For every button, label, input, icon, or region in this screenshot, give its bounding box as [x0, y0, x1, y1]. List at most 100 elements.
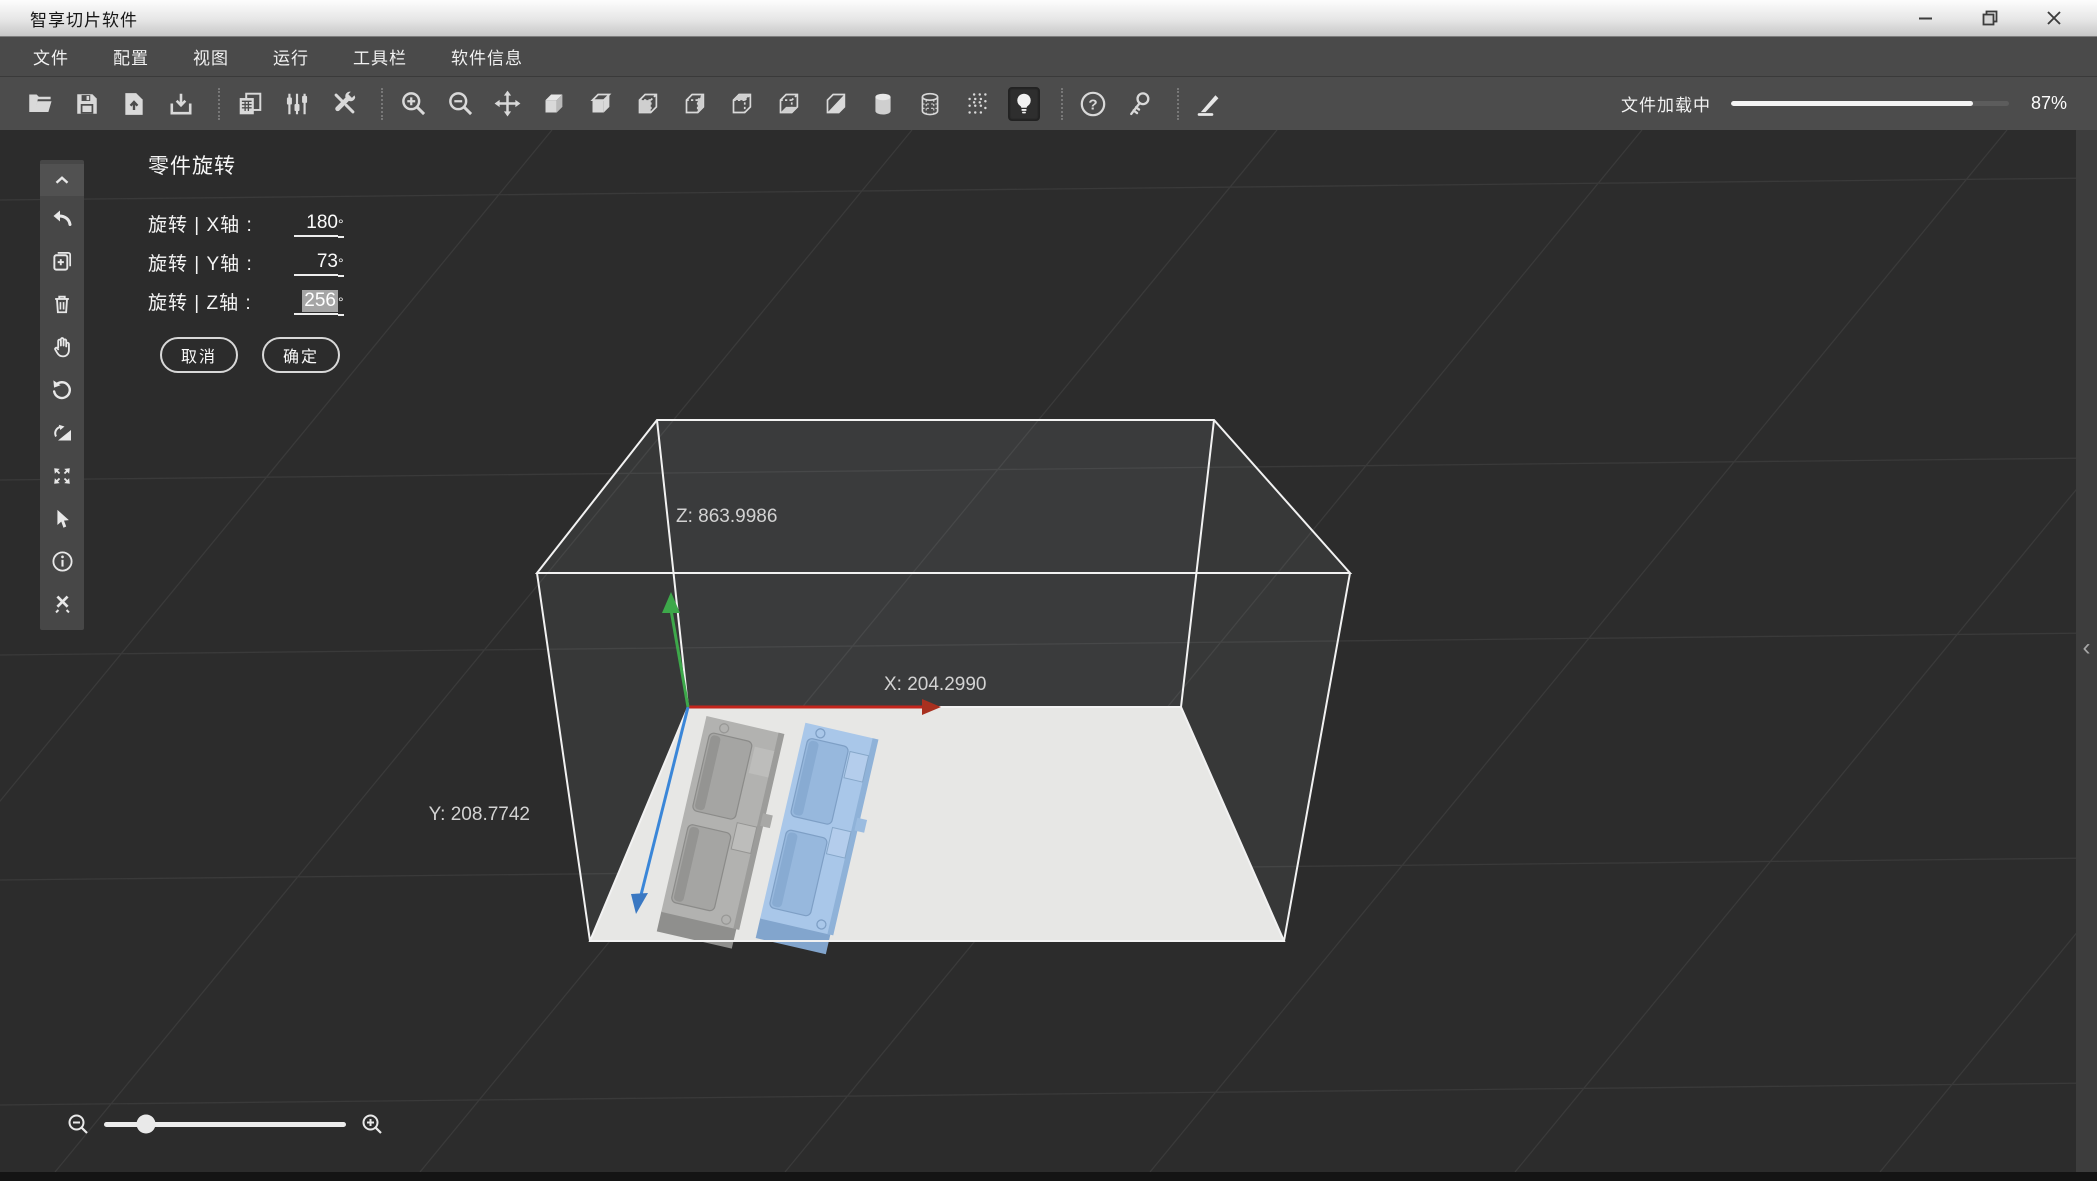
import-page-icon — [125, 92, 143, 115]
zoom-out-glass-icon[interactable] — [66, 1112, 90, 1136]
repair-tools-icon — [54, 595, 70, 614]
zoom-in-glass-icon[interactable] — [360, 1112, 384, 1136]
zoom-out-button[interactable] — [444, 87, 476, 121]
cube-solid-icon — [545, 94, 562, 113]
info-icon — [51, 551, 73, 572]
application-window: 智享切片软件 文件 配置 视图 运行 工具栏 软件信息 ? 文件加载中 87% … — [0, 0, 2097, 1181]
window-title: 智享切片软件 — [30, 10, 138, 30]
restore-button[interactable] — [1975, 5, 2005, 31]
cube-front-face-icon — [638, 93, 657, 114]
sidebar-delete-button[interactable] — [40, 282, 84, 325]
sidebar-undo-button[interactable] — [40, 196, 84, 239]
close-icon — [2047, 11, 2061, 25]
sidebar-fit-view-button[interactable] — [40, 454, 84, 497]
rotate-y-input[interactable]: 73 — [294, 251, 338, 276]
duplicate-button[interactable] — [234, 87, 266, 121]
sidebar-rotate-part-button[interactable] — [40, 411, 84, 454]
key-icon — [1130, 91, 1150, 115]
menu-toolbar[interactable]: 工具栏 — [353, 44, 407, 69]
license-key-button[interactable] — [1124, 87, 1156, 121]
wrench-screwdriver-icon — [334, 91, 355, 114]
sidebar-rotate-view-button[interactable] — [40, 368, 84, 411]
confirm-button[interactable]: 确定 — [262, 337, 340, 373]
viewport-zoom-control — [66, 1112, 384, 1136]
open-file-button[interactable] — [24, 87, 56, 121]
restore-icon — [1982, 10, 1997, 25]
export-file-button[interactable] — [165, 87, 197, 121]
view-top-face-button[interactable] — [726, 87, 758, 121]
view-front-face-button[interactable] — [632, 87, 664, 121]
sidebar-collapse-button[interactable] — [40, 164, 84, 196]
view-solid-button[interactable] — [538, 87, 570, 121]
cylinder-wireframe-button[interactable] — [914, 87, 946, 121]
toolbar-separator — [218, 87, 220, 120]
minimize-icon — [1919, 17, 1932, 20]
knife-icon — [1197, 94, 1219, 116]
import-file-button[interactable] — [118, 87, 150, 121]
rotate-z-row: 旋转 | Z轴 : 256 ° — [148, 276, 344, 316]
view-section-button[interactable] — [820, 87, 852, 121]
zoom-slider-track[interactable] — [104, 1114, 346, 1134]
cylinder-solid-button[interactable] — [867, 87, 899, 121]
sidebar-pan-button[interactable] — [40, 325, 84, 368]
close-button[interactable] — [2039, 5, 2069, 31]
menu-file[interactable]: 文件 — [33, 44, 69, 69]
rotate-z-unit: ° — [338, 294, 344, 316]
add-page-icon — [52, 251, 71, 271]
sidebar-add-copy-button[interactable] — [40, 239, 84, 282]
toolbar-separator — [1061, 87, 1063, 120]
window-bottom-edge — [0, 1172, 2097, 1181]
file-loading-indicator: 文件加载中 87% — [1621, 91, 2097, 116]
move-button[interactable] — [491, 87, 523, 121]
loading-progress-fill — [1730, 101, 1973, 106]
loading-progress-track — [1730, 101, 2009, 106]
rotate-z-input[interactable]: 256 — [294, 290, 338, 315]
menu-run[interactable]: 运行 — [273, 44, 309, 69]
zoom-slider-thumb[interactable] — [136, 1114, 156, 1134]
point-cloud-button[interactable] — [961, 87, 993, 121]
cut-button[interactable] — [1193, 87, 1225, 121]
save-file-button[interactable] — [71, 87, 103, 121]
view-shaded-button[interactable] — [585, 87, 617, 121]
toolbar: ? 文件加载中 87% — [0, 77, 2097, 130]
sidebar-repair-button[interactable] — [40, 583, 84, 626]
save-icon — [77, 93, 97, 114]
zoom-out-icon — [448, 92, 472, 116]
light-toggle-button[interactable] — [1008, 86, 1040, 121]
cylinder-solid-icon — [875, 93, 891, 115]
zoom-in-button[interactable] — [397, 87, 429, 121]
cube-top-face-icon — [732, 93, 751, 114]
help-button[interactable]: ? — [1077, 87, 1109, 121]
menu-view[interactable]: 视图 — [193, 44, 229, 69]
cube-shaded-icon — [589, 93, 611, 113]
rotate-x-row: 旋转 | X轴 : 180 ° — [148, 198, 344, 238]
axis-z-label: Z: 863.9986 — [676, 506, 777, 527]
cube-bottom-face-icon — [779, 93, 798, 114]
axis-x-label: X: 204.2990 — [884, 674, 986, 695]
part-rotate-panel: 零件旋转 旋转 | X轴 : 180 ° 旋转 | Y轴 : 73 ° 旋转 |… — [148, 150, 344, 373]
trash-icon — [55, 295, 69, 313]
right-panel-toggle[interactable]: ‹ — [2076, 130, 2097, 1172]
rotate-x-input[interactable]: 180 — [294, 212, 338, 237]
tools-button[interactable] — [328, 87, 360, 121]
sidebar-info-button[interactable] — [40, 540, 84, 583]
title-bar: 智享切片软件 — [0, 0, 2097, 37]
rotate-part-icon — [54, 424, 71, 440]
view-bottom-face-button[interactable] — [773, 87, 805, 121]
cancel-button[interactable]: 取消 — [160, 337, 238, 373]
view-right-face-button[interactable] — [679, 87, 711, 121]
move-arrows-icon — [494, 90, 520, 117]
svg-text:?: ? — [1088, 96, 1097, 113]
rotate-z-label: 旋转 | Z轴 : — [148, 293, 252, 314]
minimize-button[interactable] — [1911, 5, 1941, 31]
rotate-y-label: 旋转 | Y轴 : — [148, 254, 253, 275]
loading-label: 文件加载中 — [1620, 96, 1711, 115]
cube-right-face-icon — [685, 93, 704, 114]
help-icon: ? — [1080, 91, 1106, 116]
sidebar-select-button[interactable] — [40, 497, 84, 540]
sliders-icon — [286, 93, 308, 114]
menu-about[interactable]: 软件信息 — [451, 44, 523, 69]
menu-config[interactable]: 配置 — [113, 44, 149, 69]
parameter-sliders-button[interactable] — [281, 87, 313, 121]
cylinder-wireframe-icon — [921, 92, 939, 115]
